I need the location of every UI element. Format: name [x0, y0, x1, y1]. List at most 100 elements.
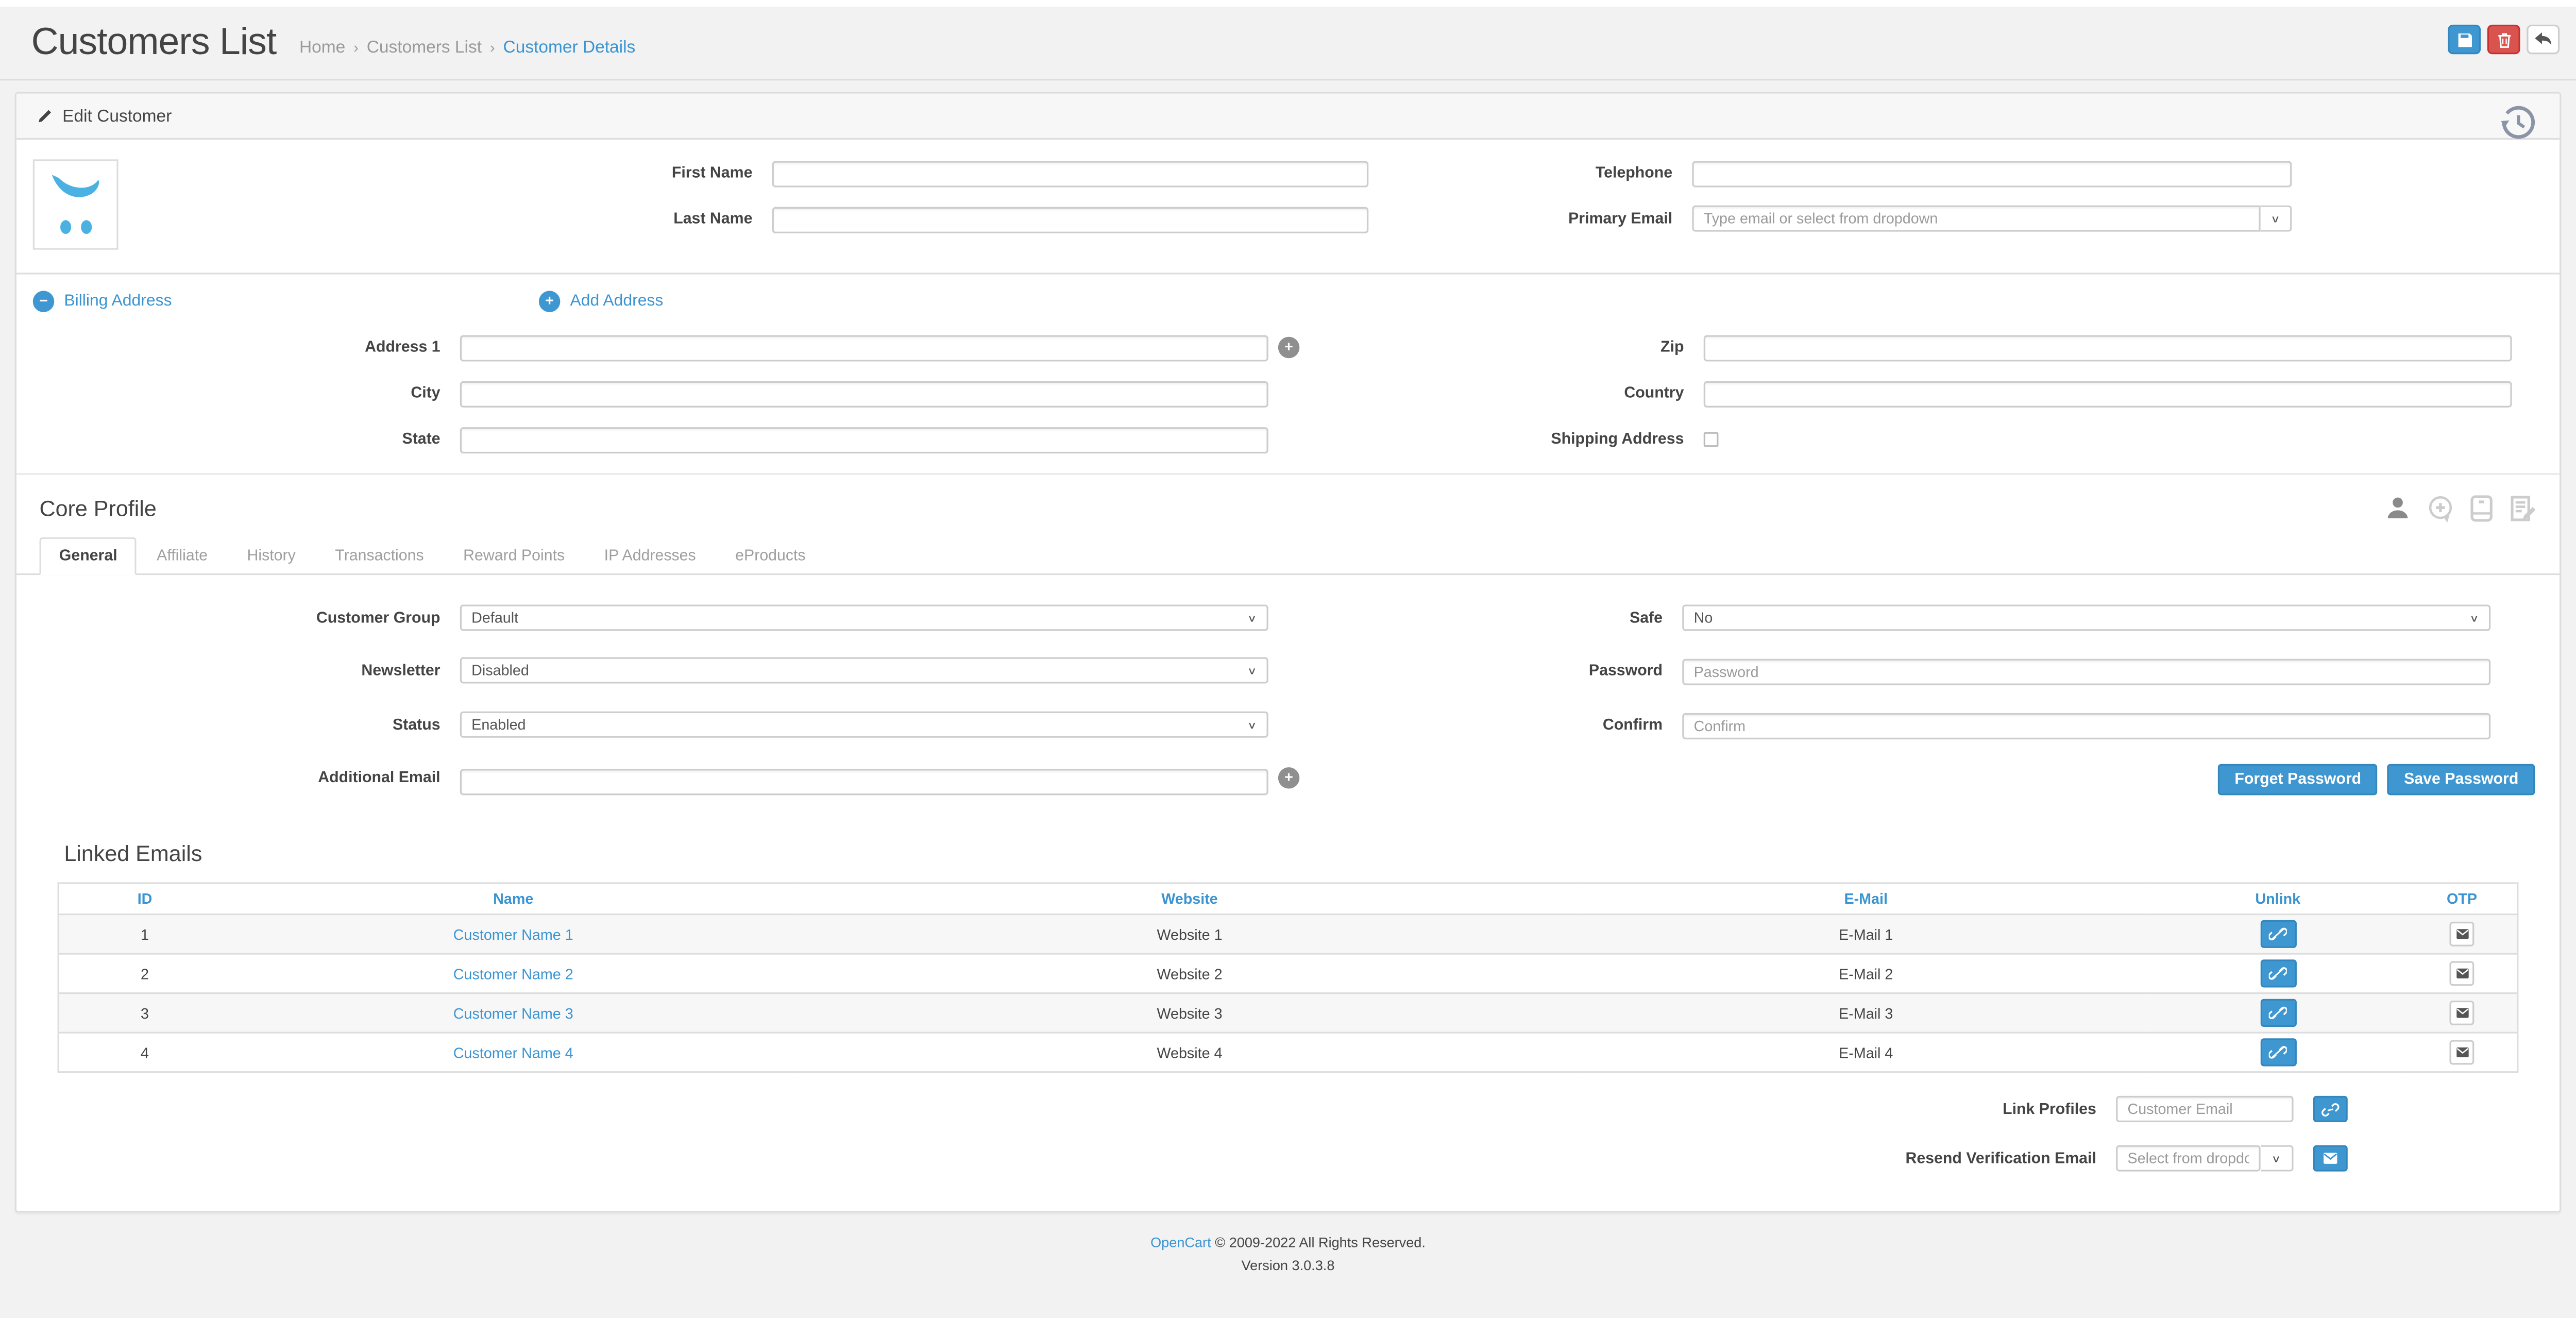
- forget-password-button[interactable]: Forget Password: [2218, 764, 2378, 796]
- status-select[interactable]: Enabled ∨: [460, 712, 1268, 738]
- trash-icon: [2495, 30, 2513, 48]
- billing-address-label: Billing Address: [64, 293, 172, 311]
- last-name-input[interactable]: [772, 207, 1369, 233]
- chevron-down-icon: ∨: [2270, 213, 2280, 224]
- cell-website: Website 3: [796, 993, 1583, 1033]
- tab-general-content: Customer Group Default ∨ Safe No: [16, 575, 2560, 795]
- resend-verification-button[interactable]: [2313, 1145, 2348, 1172]
- footer: OpenCart © 2009-2022 All Rights Reserved…: [15, 1212, 2562, 1277]
- tab-transactions[interactable]: Transactions: [315, 537, 444, 575]
- confirm-input[interactable]: [1682, 713, 2490, 739]
- back-button[interactable]: [2527, 25, 2560, 54]
- save-button[interactable]: [2448, 25, 2481, 54]
- tab-ip-addresses[interactable]: IP Addresses: [584, 537, 716, 575]
- tab-history[interactable]: History: [227, 537, 315, 575]
- col-header-otp[interactable]: OTP: [2407, 883, 2518, 915]
- resend-dropdown-button[interactable]: ∨: [2261, 1145, 2294, 1172]
- chevron-down-icon: ∨: [1247, 665, 1257, 676]
- table-row: 2 Customer Name 2 Website 2 E-Mail 2: [58, 954, 2518, 993]
- unlink-button[interactable]: [2260, 999, 2296, 1027]
- first-name-input[interactable]: [772, 161, 1369, 188]
- additional-email-label: Additional Email: [16, 764, 460, 787]
- breadcrumb-home[interactable]: Home: [299, 38, 345, 57]
- col-header-email[interactable]: E-Mail: [1583, 883, 2149, 915]
- delete-button[interactable]: [2487, 25, 2520, 54]
- shipping-address-checkbox[interactable]: [1704, 431, 1719, 446]
- col-header-website[interactable]: Website: [796, 883, 1583, 915]
- last-name-label: Last Name: [16, 210, 772, 228]
- unlink-button[interactable]: [2260, 1038, 2296, 1066]
- tab-eproducts[interactable]: eProducts: [716, 537, 825, 575]
- customer-name-link[interactable]: Customer Name 4: [453, 1044, 573, 1060]
- customer-person-icon[interactable]: [2384, 495, 2412, 522]
- history-icon[interactable]: [2497, 102, 2540, 145]
- customer-name-link[interactable]: Customer Name 2: [453, 965, 573, 982]
- add-additional-email-button[interactable]: +: [1278, 767, 1299, 788]
- footer-copyright: OpenCart © 2009-2022 All Rights Reserved…: [15, 1232, 2562, 1255]
- envelope-icon: [2455, 968, 2469, 979]
- address-book-icon[interactable]: [2469, 495, 2494, 522]
- customer-name-link[interactable]: Customer Name 1: [453, 926, 573, 942]
- unlink-button[interactable]: [2260, 959, 2296, 987]
- otp-email-button[interactable]: [2450, 1001, 2475, 1025]
- add-address-line-button[interactable]: +: [1278, 336, 1299, 357]
- additional-email-input[interactable]: [460, 769, 1268, 795]
- confirm-label: Confirm: [1268, 716, 1683, 734]
- floppy-disk-icon: [2455, 30, 2473, 48]
- breadcrumb-customer-details[interactable]: Customer Details: [503, 38, 636, 57]
- pencil-icon: [36, 108, 53, 124]
- linked-emails-section: Linked Emails ID Name Website E-Mail Unl: [16, 815, 2560, 1211]
- cell-id: 2: [58, 954, 230, 993]
- zip-input[interactable]: [1704, 335, 2512, 362]
- unlink-icon: [2269, 926, 2287, 941]
- edit-note-icon[interactable]: [2509, 495, 2536, 522]
- status-label: Status: [16, 716, 460, 734]
- col-header-name[interactable]: Name: [230, 883, 796, 915]
- unlink-button[interactable]: [2260, 920, 2296, 948]
- customer-name-link[interactable]: Customer Name 3: [453, 1005, 573, 1021]
- otp-email-button[interactable]: [2450, 922, 2475, 947]
- store-logo: [33, 159, 118, 249]
- top-navbar-strip: [0, 0, 2576, 7]
- customer-group-value: Default: [471, 610, 518, 626]
- add-address-button[interactable]: + Add Address: [539, 291, 663, 312]
- col-header-unlink[interactable]: Unlink: [2149, 883, 2407, 915]
- billing-address-toggle[interactable]: − Billing Address: [33, 291, 539, 312]
- state-input[interactable]: [460, 427, 1268, 453]
- tab-reward-points[interactable]: Reward Points: [444, 537, 585, 575]
- cell-id: 4: [58, 1033, 230, 1072]
- primary-email-dropdown-button[interactable]: ∨: [2261, 206, 2292, 232]
- cell-email: E-Mail 1: [1583, 915, 2149, 954]
- newsletter-select[interactable]: Disabled ∨: [460, 657, 1268, 684]
- customer-group-select[interactable]: Default ∨: [460, 604, 1268, 631]
- link-profiles-input[interactable]: [2116, 1096, 2293, 1122]
- panel-heading: Edit Customer: [16, 94, 2560, 140]
- link-profiles-button[interactable]: [2313, 1096, 2348, 1122]
- save-password-button[interactable]: Save Password: [2387, 764, 2535, 796]
- primary-email-input[interactable]: [1692, 206, 2260, 232]
- country-input[interactable]: [1704, 381, 2512, 408]
- chevron-down-icon: ∨: [1247, 719, 1257, 730]
- table-header-row: ID Name Website E-Mail Unlink OTP: [58, 883, 2518, 915]
- breadcrumb-separator: ›: [490, 40, 495, 56]
- safe-label: Safe: [1268, 609, 1683, 627]
- tab-general[interactable]: General: [40, 537, 137, 575]
- state-label: State: [16, 430, 460, 448]
- tab-affiliate[interactable]: Affiliate: [137, 537, 227, 575]
- otp-email-button[interactable]: [2450, 961, 2475, 986]
- core-profile-tabs: General Affiliate History Transactions R…: [16, 537, 2560, 575]
- address1-input[interactable]: [460, 335, 1268, 362]
- unlink-icon: [2269, 1045, 2287, 1060]
- otp-email-button[interactable]: [2450, 1040, 2475, 1064]
- safe-select[interactable]: No ∨: [1682, 604, 2490, 631]
- password-input[interactable]: [1682, 659, 2490, 685]
- city-input[interactable]: [460, 381, 1268, 408]
- telephone-input[interactable]: [1692, 161, 2292, 188]
- comment-plus-icon[interactable]: [2427, 495, 2454, 522]
- opencart-link[interactable]: OpenCart: [1150, 1234, 1211, 1251]
- col-header-id[interactable]: ID: [58, 883, 230, 915]
- breadcrumb-customers-list[interactable]: Customers List: [367, 38, 482, 57]
- link-profiles-label: Link Profiles: [2003, 1100, 2096, 1118]
- resend-verification-input[interactable]: [2116, 1145, 2261, 1172]
- envelope-icon: [2455, 928, 2469, 940]
